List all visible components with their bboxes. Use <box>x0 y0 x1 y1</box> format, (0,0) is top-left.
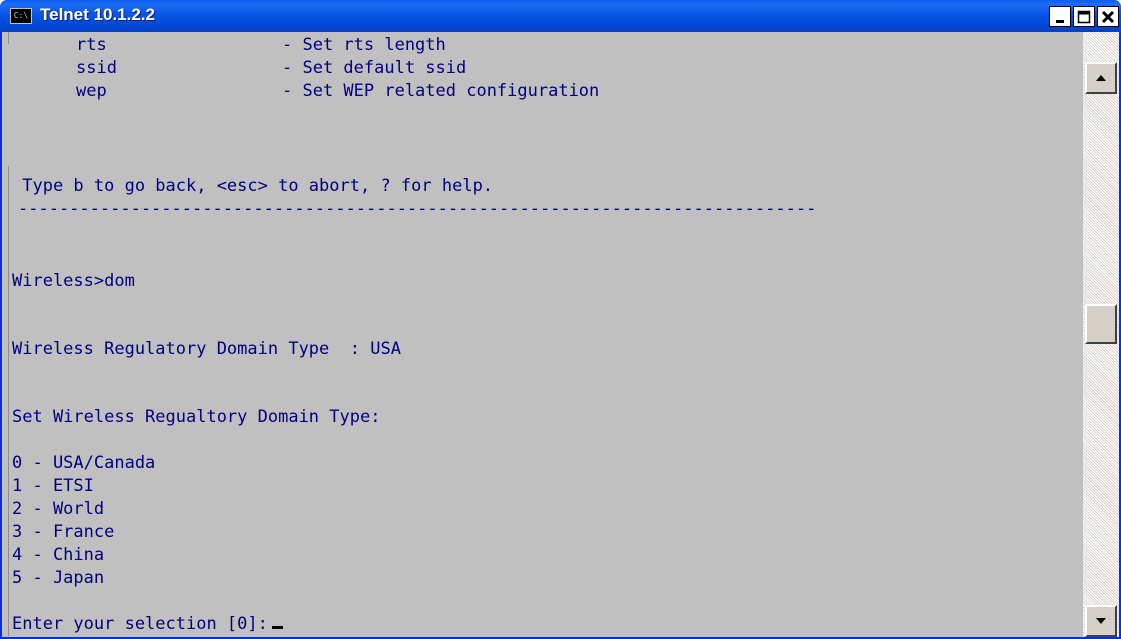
minimize-icon <box>1056 19 1064 23</box>
close-button[interactable] <box>1097 6 1119 27</box>
menu-item-description-text: - Set default ssid <box>282 58 467 78</box>
menu-item-name: wep <box>76 81 107 101</box>
menu-item-description: - Set rts length <box>282 34 446 57</box>
maximize-button[interactable] <box>1073 6 1095 27</box>
close-icon <box>1101 10 1115 23</box>
arrow-up-icon <box>1096 75 1106 81</box>
window-title: Telnet 10.1.2.2 <box>40 5 155 24</box>
domain-option: 4 - China <box>12 545 105 565</box>
domain-option: 5 - Japan <box>12 568 105 588</box>
left-edge-mark <box>8 166 9 636</box>
arrow-down-icon <box>1096 618 1106 624</box>
command-prompt: Wireless>dom <box>12 271 135 291</box>
menu-item-description-text: - Set WEP related configuration <box>282 81 600 101</box>
help-line: Type b to go back, <esc> to abort, ? for… <box>12 176 494 196</box>
title-bar[interactable]: C:\ Telnet 10.1.2.2 <box>0 0 1121 32</box>
domain-option: 1 - ETSI <box>12 476 94 496</box>
menu-item-description: - Set WEP related configuration <box>282 80 599 103</box>
scroll-thumb[interactable] <box>1085 304 1117 344</box>
minimize-button[interactable] <box>1049 6 1071 27</box>
domain-option: 3 - France <box>12 522 115 542</box>
menu-item-rts: rts <box>76 34 107 57</box>
set-domain-header: Set Wireless Regualtory Domain Type: <box>12 407 381 427</box>
scroll-down-button[interactable] <box>1085 605 1117 637</box>
console-area[interactable]: rts - Set rts length ssid - Set default … <box>2 32 1119 637</box>
scroll-up-button[interactable] <box>1085 62 1117 94</box>
menu-item-wep: wep <box>76 80 107 103</box>
vertical-scrollbar[interactable] <box>1083 32 1119 637</box>
selection-prompt: Enter your selection [0]: <box>12 614 268 634</box>
current-domain-line: Wireless Regulatory Domain Type : USA <box>12 339 401 359</box>
domain-option: 2 - World <box>12 499 105 519</box>
menu-item-description: - Set default ssid <box>282 57 466 80</box>
terminal-output: rts - Set rts length ssid - Set default … <box>12 32 1082 637</box>
menu-item-name: ssid <box>76 58 117 78</box>
separator-line: ----------------------------------------… <box>18 199 817 219</box>
selection-prompt-line: Enter your selection [0]: <box>12 613 283 636</box>
menu-item-description-text: - Set rts length <box>282 35 446 55</box>
telnet-window: C:\ Telnet 10.1.2.2 rts - Set rts length… <box>0 0 1121 639</box>
menu-item-ssid: ssid <box>76 57 117 80</box>
menu-item-name: rts <box>76 35 107 55</box>
left-edge-mark <box>8 32 9 44</box>
maximize-icon <box>1077 10 1091 23</box>
text-cursor <box>271 626 283 629</box>
domain-option: 0 - USA/Canada <box>12 453 156 473</box>
console-icon[interactable]: C:\ <box>10 8 32 24</box>
